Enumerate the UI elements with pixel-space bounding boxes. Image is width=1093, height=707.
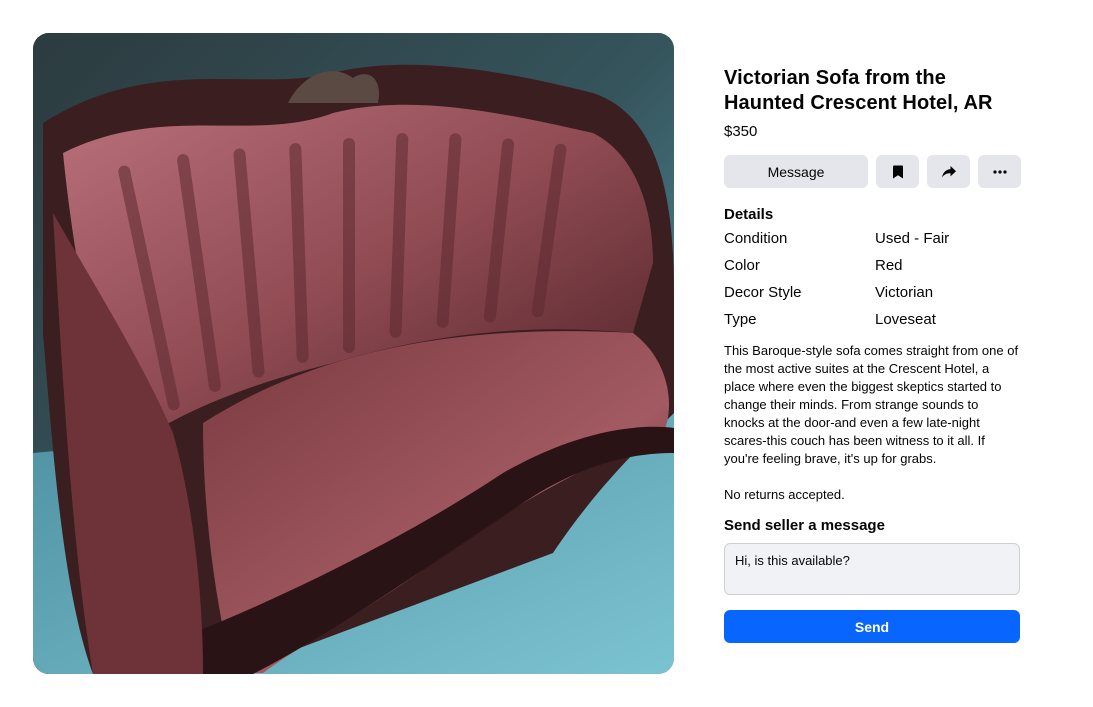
bookmark-icon bbox=[892, 165, 903, 178]
detail-value: Loveseat bbox=[875, 311, 936, 328]
product-photo[interactable] bbox=[33, 33, 674, 674]
message-input[interactable]: Hi, is this available? bbox=[724, 543, 1020, 595]
detail-value: Victorian bbox=[875, 284, 934, 301]
detail-key: Decor Style bbox=[724, 284, 802, 301]
details-heading: Details bbox=[724, 206, 774, 223]
message-heading: Send seller a message bbox=[724, 517, 885, 534]
share-icon bbox=[941, 165, 956, 177]
detail-key: Type bbox=[724, 311, 757, 328]
listing-title-line2: Haunted Crescent Hotel, AR bbox=[724, 92, 993, 114]
returns-policy: No returns accepted. bbox=[724, 487, 845, 502]
share-button[interactable] bbox=[927, 155, 970, 188]
save-button[interactable] bbox=[876, 155, 919, 188]
more-button[interactable] bbox=[978, 155, 1021, 188]
detail-row-type: Type Loveseat bbox=[724, 306, 1024, 333]
listing-info: Victorian Sofa from the Haunted Crescent… bbox=[724, 66, 1024, 643]
detail-key: Condition bbox=[724, 230, 788, 247]
listing-title-line1: Victorian Sofa from the bbox=[724, 67, 946, 89]
detail-value: Red bbox=[875, 257, 903, 274]
detail-value: Used - Fair bbox=[875, 230, 950, 247]
sofa-image bbox=[33, 33, 674, 674]
detail-key: Color bbox=[724, 257, 760, 274]
detail-row-condition: Condition Used - Fair bbox=[724, 225, 1024, 252]
listing-title: Victorian Sofa from the Haunted Crescent… bbox=[724, 66, 1024, 116]
action-bar: Message bbox=[724, 155, 1024, 188]
listing-description: This Baroque-style sofa comes straight f… bbox=[724, 343, 1019, 466]
detail-row-decor-style: Decor Style Victorian bbox=[724, 279, 1024, 306]
send-button[interactable]: Send bbox=[724, 610, 1020, 643]
listing-price: $350 bbox=[724, 123, 758, 140]
message-button[interactable]: Message bbox=[724, 155, 868, 188]
more-icon bbox=[992, 169, 1007, 174]
detail-row-color: Color Red bbox=[724, 252, 1024, 279]
marketplace-listing: Victorian Sofa from the Haunted Crescent… bbox=[0, 0, 1093, 707]
